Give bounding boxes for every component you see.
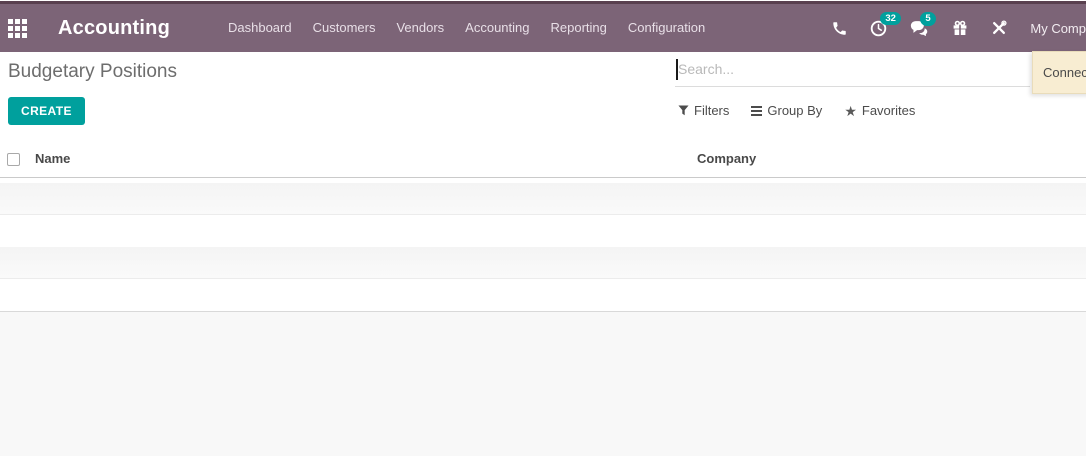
activities-clock-icon[interactable]: 32 [870,11,901,37]
group-by-button[interactable]: Group By [751,103,822,118]
company-switcher[interactable]: My Comp [1030,21,1086,36]
list-bars-icon [751,105,763,116]
filters-button[interactable]: Filters [678,103,729,118]
table-row [0,183,1086,215]
main-menu: Dashboard Customers Vendors Accounting R… [228,4,705,52]
message-count-badge: 5 [920,12,936,26]
nav-item-customers[interactable]: Customers [313,4,376,52]
create-button[interactable]: CREATE [8,97,85,125]
app-title[interactable]: Accounting [58,17,170,40]
column-header-company[interactable]: Company [697,151,756,166]
connect-popup[interactable]: Connect [1032,51,1086,94]
filter-bar: Filters Group By ★ Favorites [678,103,915,118]
content-area: Budgetary Positions Connect CREATE Filte… [0,51,1086,456]
messages-chat-icon[interactable]: 5 [910,12,936,36]
nav-item-configuration[interactable]: Configuration [628,4,705,52]
odoo-accounting-page: Accounting Dashboard Customers Vendors A… [0,0,1086,456]
nav-item-dashboard[interactable]: Dashboard [228,4,292,52]
connect-popup-label: Connect [1043,65,1086,80]
search-input[interactable] [675,52,1030,86]
funnel-icon [678,105,689,116]
nav-item-reporting[interactable]: Reporting [551,4,607,52]
group-by-label: Group By [767,103,823,118]
table-footer-area [0,311,1086,456]
apps-menu-icon[interactable] [8,18,27,38]
phone-icon[interactable] [832,21,847,36]
nav-item-accounting[interactable]: Accounting [465,4,529,52]
text-cursor [676,59,678,80]
select-all-checkbox[interactable] [7,153,20,166]
activity-count-badge: 32 [880,11,901,25]
favorites-button[interactable]: ★ Favorites [844,103,915,118]
favorites-label: Favorites [861,103,916,118]
star-icon: ★ [844,102,857,119]
table-header: Name Company [0,148,1086,178]
gift-icon[interactable] [952,20,968,36]
table-row [0,215,1086,247]
main-navbar: Accounting Dashboard Customers Vendors A… [0,4,1086,52]
systray: 32 5 My Comp [832,11,1086,37]
nav-item-vendors[interactable]: Vendors [396,4,444,52]
table-header-divider [0,177,1086,178]
table-body [0,183,1086,311]
page-title: Budgetary Positions [8,61,177,82]
table-row [0,247,1086,279]
table-row [0,279,1086,311]
column-header-name[interactable]: Name [35,151,70,166]
filters-label: Filters [694,103,730,118]
search-box [675,52,1030,87]
crossed-tools-icon[interactable] [991,20,1007,36]
